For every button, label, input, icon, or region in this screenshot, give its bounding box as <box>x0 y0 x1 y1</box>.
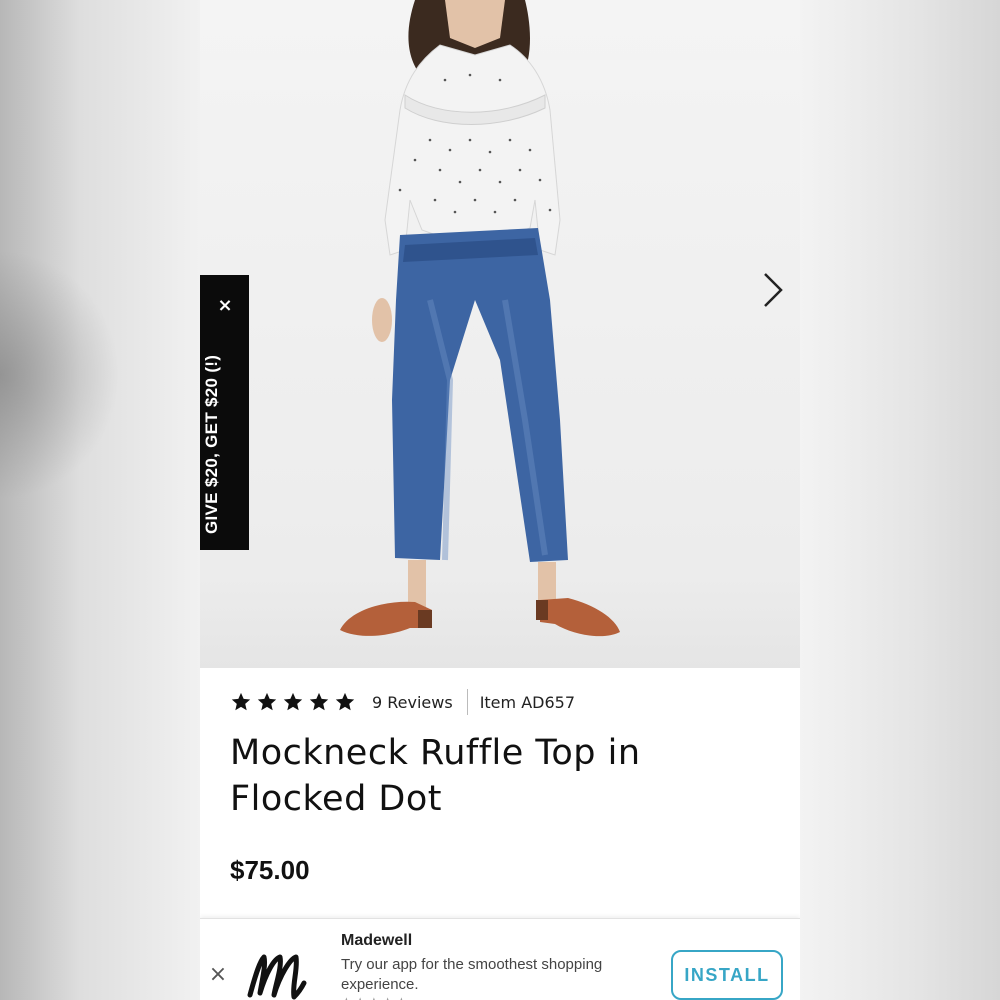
app-description: Try our app for the smoothest shopping e… <box>341 956 603 993</box>
star-icon <box>231 692 251 711</box>
product-price: $75.00 <box>230 855 310 885</box>
product-title: Mockneck Ruffle Top in Flocked Dot <box>230 733 641 819</box>
product-image[interactable]: × GIVE $20, GET $20 (!) <box>200 0 800 668</box>
referral-promo-tab[interactable]: × GIVE $20, GET $20 (!) <box>200 275 249 550</box>
app-install-banner: × Madewell Try our app for the smoothest… <box>200 918 800 1000</box>
close-icon[interactable]: × <box>208 964 228 986</box>
rating-row: 9 Reviews Item AD657 <box>230 688 575 716</box>
app-name: Madewell <box>341 932 413 949</box>
product-page: × GIVE $20, GET $20 (!) 9 Reviews Item A… <box>200 0 800 1000</box>
reviews-link[interactable]: 9 Reviews <box>372 693 453 712</box>
star-icon <box>283 692 303 711</box>
install-button[interactable]: INSTALL <box>671 950 783 1000</box>
star-icon <box>257 692 277 711</box>
app-rating: ★★★★★ <box>341 995 410 1000</box>
star-icon <box>335 692 355 711</box>
model-illustration <box>340 0 620 637</box>
promo-label: GIVE $20, GET $20 (!) <box>202 354 221 534</box>
divider <box>466 689 468 715</box>
star-rating[interactable] <box>230 691 356 713</box>
madewell-logo-icon <box>247 954 307 1000</box>
star-icon <box>309 692 329 711</box>
item-number: Item AD657 <box>479 692 575 712</box>
chevron-right-icon <box>764 273 783 307</box>
left-backdrop <box>0 0 200 1000</box>
right-backdrop <box>800 0 1000 1000</box>
gallery-next-button[interactable] <box>748 265 798 315</box>
